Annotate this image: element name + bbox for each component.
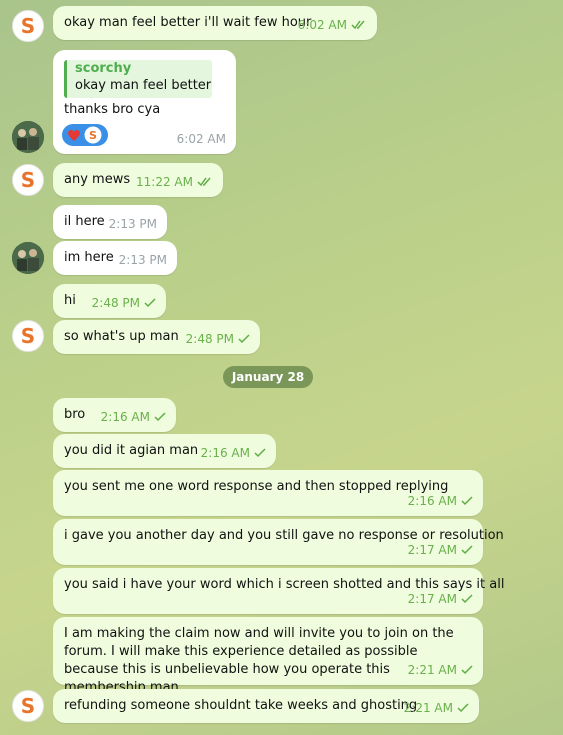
check-icon xyxy=(238,334,250,344)
message-time: 2:21 AM xyxy=(403,701,453,715)
message-meta: 6:02 AM xyxy=(177,130,226,148)
message-time: 2:17 AM xyxy=(407,592,457,606)
message-time: 2:17 AM xyxy=(407,543,457,557)
reply-quote[interactable]: scorchy okay man feel better i'l... xyxy=(64,60,212,98)
message-text: bro xyxy=(64,407,86,422)
message-bubble[interactable]: you said i have your word which i screen… xyxy=(53,568,504,614)
check-icon xyxy=(154,412,166,422)
message-text: refunding someone shouldnt take weeks an… xyxy=(64,698,418,713)
avatar-user-photo[interactable] xyxy=(12,242,44,274)
chat-history[interactable]: S okay man feel better i'll wait few hou… xyxy=(0,0,563,735)
svg-text:S: S xyxy=(21,694,35,718)
message-meta: 2:21 AM xyxy=(408,661,473,679)
s-logo-icon: S xyxy=(21,168,35,192)
message-meta: 6:02 AM xyxy=(298,16,367,34)
date-divider: January 28 xyxy=(223,366,313,388)
check-icon xyxy=(461,545,473,555)
check-icon xyxy=(457,703,469,713)
message-time: 6:02 AM xyxy=(297,18,347,32)
message-meta: 2:16 AM xyxy=(101,408,166,426)
message-time: 2:16 AM xyxy=(100,410,150,424)
message-bubble[interactable]: you sent me one word response and then s… xyxy=(53,470,483,516)
message-time: 2:13 PM xyxy=(108,217,157,231)
avatar-user-photo[interactable] xyxy=(12,121,44,153)
group-photo-icon xyxy=(12,121,44,153)
check-icon xyxy=(461,496,473,506)
message-meta: 2:13 PM xyxy=(119,251,167,269)
message-text: okay man feel better i'll wait few hour xyxy=(64,15,312,30)
avatar-s-logo[interactable]: S xyxy=(12,320,44,352)
reactor-avatar-icon: S xyxy=(84,126,102,144)
avatar-s-logo[interactable]: S xyxy=(12,690,44,722)
message-text: you sent me one word response and then s… xyxy=(64,479,449,494)
message-bubble[interactable]: hi 2:48 PM xyxy=(53,284,166,318)
message-bubble[interactable]: any mews 11:22 AM xyxy=(53,163,223,197)
double-check-icon xyxy=(351,20,365,30)
reaction-chip[interactable]: S xyxy=(62,124,108,146)
message-meta: 2:17 AM xyxy=(408,590,473,608)
message-bubble-incoming[interactable]: il here 2:13 PM xyxy=(53,205,167,239)
message-time: 6:02 AM xyxy=(176,132,226,146)
message-text: il here xyxy=(64,214,105,229)
message-time: 2:21 AM xyxy=(407,663,457,677)
message-bubble[interactable]: I am making the claim now and will invit… xyxy=(53,617,483,695)
message-text: thanks bro cya xyxy=(64,102,161,117)
message-meta: 2:16 AM xyxy=(408,492,473,510)
message-text: any mews xyxy=(64,172,131,187)
message-meta: 2:16 AM xyxy=(201,444,266,462)
check-icon xyxy=(461,594,473,604)
message-bubble[interactable]: i gave you another day and you still gav… xyxy=(53,519,504,565)
svg-text:S: S xyxy=(21,324,35,348)
reply-sender: scorchy xyxy=(75,61,132,76)
message-meta: 2:13 PM xyxy=(109,215,157,233)
message-text: you did it agian man xyxy=(64,443,199,458)
message-meta: 11:22 AM xyxy=(136,173,213,191)
message-meta: 2:48 PM xyxy=(92,294,156,312)
avatar-s-logo[interactable]: S xyxy=(12,10,44,42)
message-time: 2:16 AM xyxy=(200,446,250,460)
check-icon xyxy=(254,448,266,458)
message-time: 2:48 PM xyxy=(91,296,140,310)
message-time: 11:22 AM xyxy=(136,175,193,189)
message-bubble-incoming[interactable]: scorchy okay man feel better i'l... than… xyxy=(53,50,236,154)
group-photo-icon xyxy=(12,242,44,274)
message-bubble[interactable]: so what's up man 2:48 PM xyxy=(53,320,260,354)
message-time: 2:13 PM xyxy=(118,253,167,267)
message-bubble[interactable]: bro 2:16 AM xyxy=(53,398,176,432)
message-text: so what's up man xyxy=(64,329,179,344)
svg-text:S: S xyxy=(89,129,97,142)
double-check-icon xyxy=(197,177,211,187)
reply-text: okay man feel better i'l... xyxy=(75,78,212,93)
svg-text:S: S xyxy=(21,14,35,38)
svg-text:S: S xyxy=(21,168,35,192)
message-bubble-incoming[interactable]: im here 2:13 PM xyxy=(53,241,177,275)
message-text: im here xyxy=(64,250,114,265)
avatar-s-logo[interactable]: S xyxy=(12,164,44,196)
s-logo-icon: S xyxy=(21,14,35,38)
message-meta: 2:17 AM xyxy=(408,541,473,559)
message-time: 2:48 PM xyxy=(185,332,234,346)
message-meta: 2:21 AM xyxy=(404,699,469,717)
message-meta: 2:48 PM xyxy=(186,330,250,348)
message-bubble[interactable]: refunding someone shouldnt take weeks an… xyxy=(53,689,479,723)
check-icon xyxy=(144,298,156,308)
check-icon xyxy=(461,665,473,675)
message-bubble[interactable]: you did it agian man 2:16 AM xyxy=(53,434,276,468)
heart-icon xyxy=(68,129,80,141)
s-logo-icon: S xyxy=(21,694,35,718)
message-bubble[interactable]: okay man feel better i'll wait few hour … xyxy=(53,6,377,40)
message-time: 2:16 AM xyxy=(407,494,457,508)
message-text: hi xyxy=(64,293,76,308)
s-logo-icon: S xyxy=(21,324,35,348)
